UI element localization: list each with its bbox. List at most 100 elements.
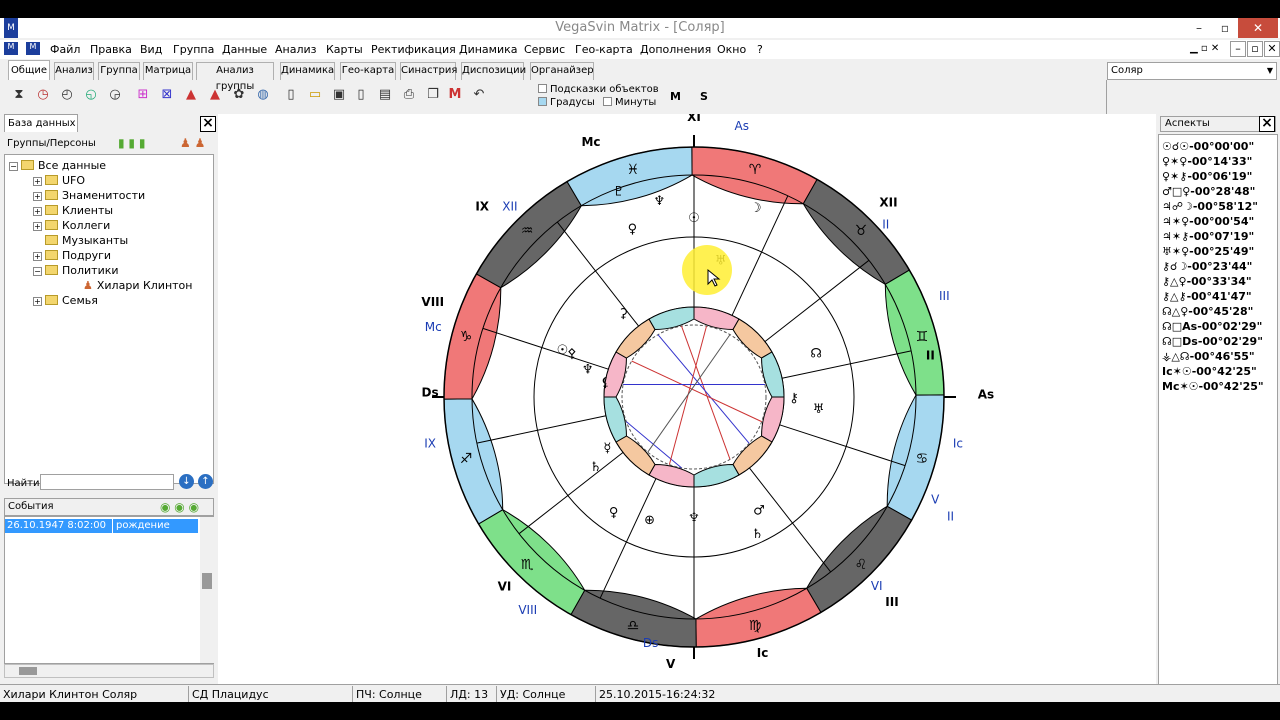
tree-item-friends[interactable]: + Подруги: [33, 249, 111, 262]
tab-general[interactable]: Общие: [8, 60, 50, 80]
close-panel-icon[interactable]: ×: [200, 116, 216, 132]
clock-green-icon[interactable]: ◵: [82, 86, 100, 104]
aspect-item[interactable]: ♂□♀-00°28'48": [1162, 185, 1255, 198]
menu-view[interactable]: Вид: [140, 43, 162, 56]
maximize-icon[interactable]: ▫: [1212, 18, 1238, 38]
copy-icon[interactable]: ❐: [424, 86, 442, 104]
m-button[interactable]: M: [670, 90, 681, 103]
tab-analysis[interactable]: Анализ: [54, 62, 94, 80]
collapse-icon[interactable]: −: [9, 162, 18, 171]
aspect-item[interactable]: Ic✶☉-00°42'25": [1162, 365, 1257, 378]
checkbox-degrees[interactable]: [538, 97, 547, 106]
checkbox-hints[interactable]: [538, 84, 547, 93]
save-icon[interactable]: ▣: [330, 86, 348, 104]
menu-charts[interactable]: Карты: [326, 43, 363, 56]
aspect-item[interactable]: ♀✶♀-00°14'33": [1162, 155, 1252, 168]
tree-item-celebrities[interactable]: + Знаменитости: [33, 189, 145, 202]
aspect-item[interactable]: ♃☍☽-00°58'12": [1162, 200, 1258, 213]
aspect-item[interactable]: ☊□Ds-00°02'29": [1162, 335, 1263, 348]
print-icon[interactable]: ⎙: [400, 86, 418, 104]
find-up-icon[interactable]: ↑: [198, 474, 213, 489]
menu-analysis[interactable]: Анализ: [275, 43, 317, 56]
aspect-item[interactable]: ♃✶♀-00°00'54": [1162, 215, 1254, 228]
tab-group[interactable]: Группа: [98, 62, 140, 80]
tree-item-clients[interactable]: + Клиенты: [33, 204, 113, 217]
aspect-item[interactable]: ⚷☌☽-00°23'44": [1162, 260, 1252, 273]
menu-data[interactable]: Данные: [222, 43, 267, 56]
h-scroll-thumb[interactable]: [19, 667, 37, 675]
aspect-item[interactable]: ☊△♀-00°45'28": [1162, 305, 1253, 318]
aspect-item[interactable]: ⚷△♀-00°33'34": [1162, 275, 1252, 288]
menu-dynamics[interactable]: Динамика: [459, 43, 518, 56]
menu-geomap[interactable]: Гео-карта: [575, 43, 633, 56]
person-tools-icons[interactable]: ♟ ♟: [180, 136, 205, 150]
grid-icon[interactable]: ⊞: [134, 86, 152, 104]
clock-forward-icon[interactable]: ◶: [106, 86, 124, 104]
mdi-close-icon[interactable]: ✕: [1264, 41, 1280, 57]
tree-item-colleagues[interactable]: + Коллеги: [33, 219, 110, 232]
collapse-icon[interactable]: −: [33, 267, 42, 276]
aspect-item[interactable]: ♅✶♀-00°25'49": [1162, 245, 1254, 258]
tree-item-musicians[interactable]: Музыканты: [45, 234, 128, 247]
tab-matrix[interactable]: Матрица: [143, 62, 193, 80]
option-hints[interactable]: Подсказки объектов: [538, 84, 659, 95]
find-input[interactable]: [40, 474, 174, 490]
expand-icon[interactable]: +: [33, 297, 42, 306]
close-icon[interactable]: ✕: [1238, 18, 1278, 38]
events-scrollbar[interactable]: [200, 517, 214, 663]
aspect-item[interactable]: ♃✶⚷-00°07'19": [1162, 230, 1254, 243]
tab-group-analysis[interactable]: Анализ группы: [196, 62, 274, 92]
menu-rectification[interactable]: Ректификация: [371, 43, 456, 56]
mdi-restore-icon[interactable]: ▫: [1247, 41, 1263, 57]
grid-blue-icon[interactable]: ⊠: [158, 86, 176, 104]
event-tools-icons[interactable]: ◉ ◉ ◉: [160, 500, 199, 514]
hourglass-icon[interactable]: ⧗: [10, 86, 28, 104]
aspect-item[interactable]: ⚷△⚷-00°41'47": [1162, 290, 1252, 303]
event-row[interactable]: 26.10.1947 8:02:00 рождение: [5, 519, 198, 533]
tab-database[interactable]: База данных: [4, 114, 78, 132]
tree-item-all[interactable]: − Все данные: [9, 159, 106, 172]
menu-addons[interactable]: Дополнения: [640, 43, 711, 56]
minimize-icon[interactable]: –: [1186, 18, 1212, 38]
group-tools-icons[interactable]: ▮ ▮ ▮: [118, 136, 145, 150]
tab-dynamics[interactable]: Динамика: [280, 62, 335, 80]
expand-icon[interactable]: +: [33, 222, 42, 231]
gear-wheel-icon[interactable]: ✿: [230, 86, 248, 104]
aspect-item[interactable]: ☉☌☉-00°00'00": [1162, 140, 1254, 153]
find-down-icon[interactable]: ↓: [179, 474, 194, 489]
aspect-item[interactable]: ☊□As-00°02'29": [1162, 320, 1262, 333]
mdi-controls[interactable]: ▁ ▫ ✕: [1190, 43, 1219, 54]
menu-file[interactable]: Файл: [50, 43, 80, 56]
tree-item-politicians[interactable]: − Политики: [33, 264, 119, 277]
menu-window[interactable]: Окно: [717, 43, 746, 56]
new-file-icon[interactable]: ▯: [282, 86, 300, 104]
clock-icon[interactable]: ◴: [58, 86, 76, 104]
expand-icon[interactable]: +: [33, 252, 42, 261]
tab-dispositions[interactable]: Диспозиции: [461, 62, 526, 80]
open-folder-icon[interactable]: ▭: [306, 86, 324, 104]
copy-doc-icon[interactable]: ▯: [352, 86, 370, 104]
tab-synastry[interactable]: Синастрия: [400, 62, 457, 80]
option-degrees[interactable]: Градусы: [538, 97, 595, 108]
undo-icon[interactable]: ↶: [470, 86, 488, 104]
menu-group[interactable]: Группа: [173, 43, 214, 56]
chart-select[interactable]: Соляр ▼: [1107, 62, 1277, 80]
clock-back-icon[interactable]: ◷: [34, 86, 52, 104]
h-scrollbar[interactable]: [4, 664, 214, 678]
aspect-item[interactable]: ⚶△☊-00°46'55": [1162, 350, 1255, 363]
triangle-grid-2-icon[interactable]: ▲: [206, 86, 224, 104]
globe-icon[interactable]: ◍: [254, 86, 272, 104]
natal-wheel[interactable]: ♈♉♊♋♌♍♎♏♐♑♒♓☽♅☉♆♀♇☊♅⚷♂♄♆⊕♀♄☿⚴♆⚸☉⚳XIAsXII…: [218, 110, 1156, 684]
tab-geomap[interactable]: Гео-карта: [340, 62, 396, 80]
aspect-item[interactable]: ♀✶⚷-00°06'19": [1162, 170, 1252, 183]
expand-icon[interactable]: +: [33, 207, 42, 216]
tab-organizer[interactable]: Органайзер: [530, 62, 594, 80]
tree-item-person[interactable]: ♟ Хилари Клинтон: [83, 279, 192, 292]
document-icon[interactable]: ▤: [376, 86, 394, 104]
aspect-item[interactable]: Mc✶☉-00°42'25": [1162, 380, 1264, 393]
option-minutes[interactable]: Минуты: [603, 97, 656, 108]
close-aspects-icon[interactable]: ×: [1259, 116, 1275, 132]
menu-edit[interactable]: Правка: [90, 43, 132, 56]
triangle-grid-icon[interactable]: ▲: [182, 86, 200, 104]
matrix-icon[interactable]: M: [446, 86, 464, 104]
